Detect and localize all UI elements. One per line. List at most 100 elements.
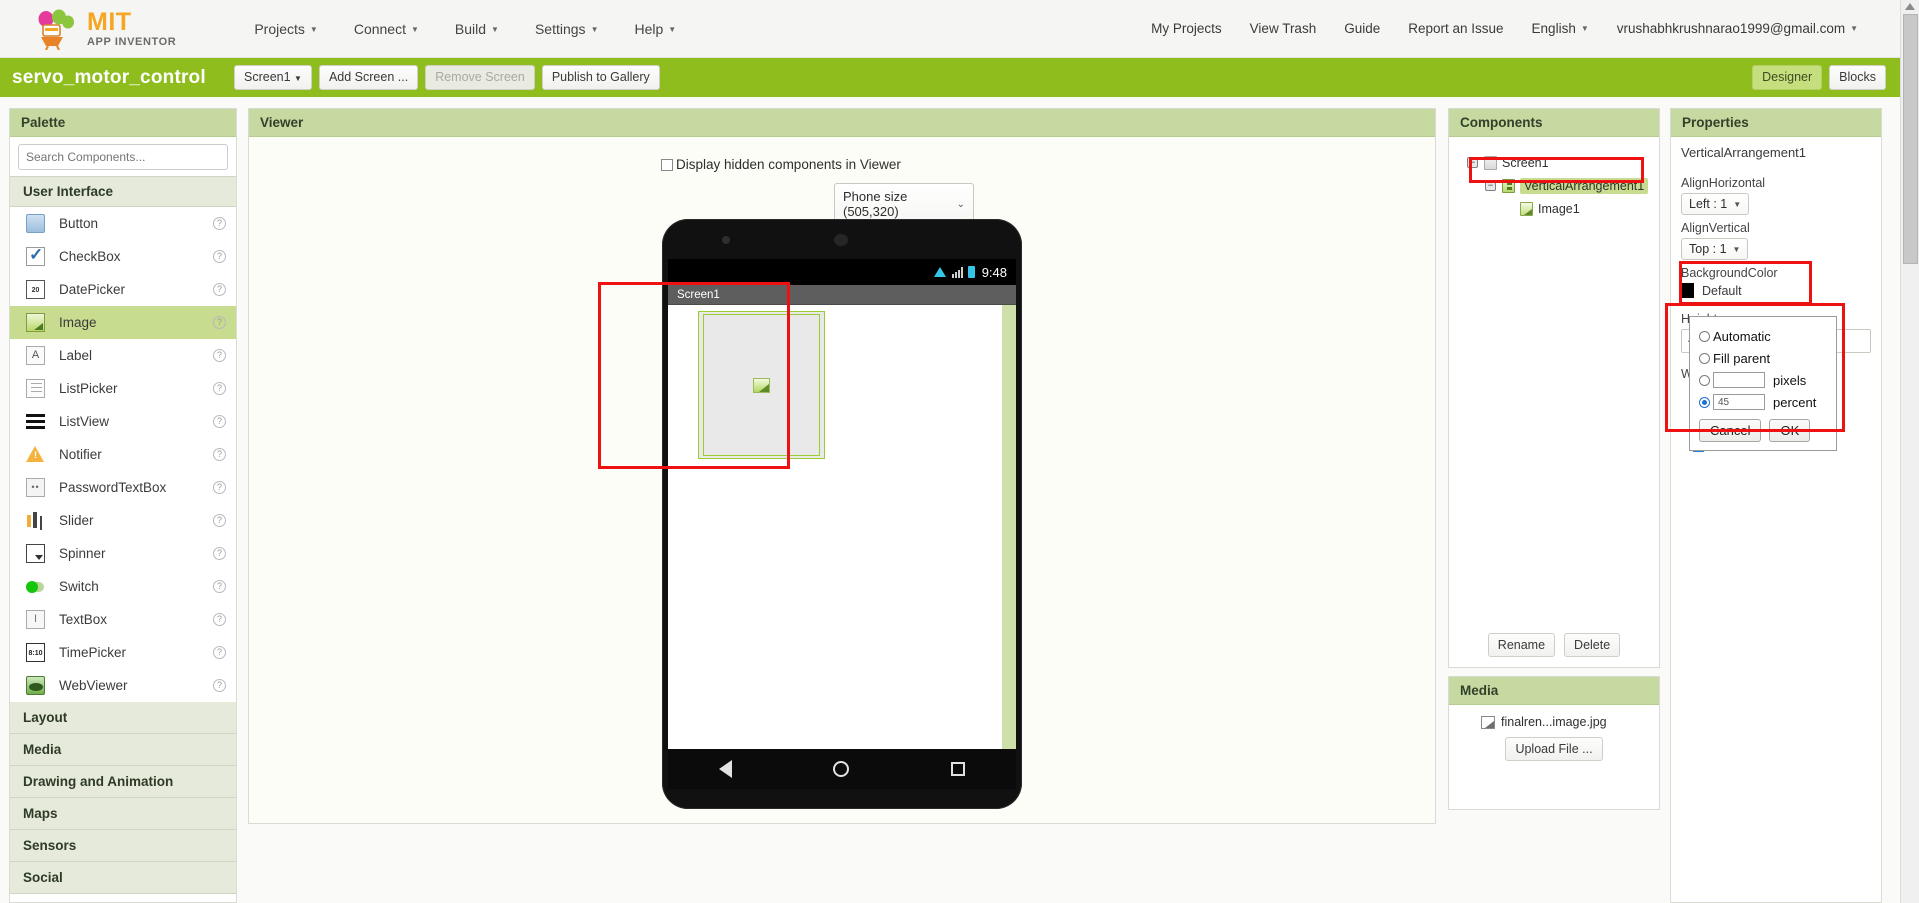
page-scrollbar[interactable] [1900, 0, 1919, 903]
vertical-arrangement-component[interactable] [698, 311, 825, 459]
tree-expander-icon[interactable]: − [1467, 157, 1478, 168]
form-scrollbar[interactable] [1002, 305, 1016, 749]
radio-icon[interactable] [1699, 374, 1710, 386]
search-input[interactable] [18, 144, 228, 170]
delete-button[interactable]: Delete [1564, 632, 1621, 657]
width-dialog-buttons: Cancel OK [1699, 419, 1827, 442]
palette-item-spinner[interactable]: Spinner? [10, 537, 236, 570]
help-icon[interactable]: ? [213, 580, 226, 593]
display-hidden-components-checkbox[interactable] [661, 158, 673, 171]
width-option-pixels[interactable]: pixels [1699, 369, 1827, 391]
blocks-tab-button[interactable]: Blocks [1829, 65, 1886, 90]
radio-icon[interactable] [1699, 330, 1710, 342]
palette-category-layout[interactable]: Layout [10, 702, 236, 734]
help-icon[interactable]: ? [213, 646, 226, 659]
palette-item-webviewer[interactable]: WebViewer? [10, 669, 236, 702]
tree-node-image1[interactable]: Image1 [1457, 197, 1651, 220]
radio-icon[interactable] [1699, 352, 1710, 364]
form-canvas[interactable] [668, 305, 1016, 749]
help-icon[interactable]: ? [213, 349, 226, 362]
width-cancel-button[interactable]: Cancel [1699, 419, 1762, 442]
scroll-up-icon[interactable] [1905, 3, 1915, 10]
help-icon[interactable]: ? [213, 415, 226, 428]
help-icon[interactable]: ? [213, 679, 226, 692]
chevron-down-icon: ▼ [410, 24, 419, 34]
width-value-input-pixels[interactable] [1713, 372, 1765, 388]
palette-item-datepicker[interactable]: 20 DatePicker? [10, 273, 236, 306]
menu-help[interactable]: Help ▼ [616, 15, 694, 43]
menu-settings[interactable]: Settings ▼ [517, 15, 617, 43]
tree-node-verticalarrangement1[interactable]: − VerticalArrangement1 [1457, 174, 1651, 197]
palette-category-drawing-and-animation[interactable]: Drawing and Animation [10, 766, 236, 798]
menu-projects[interactable]: Projects ▼ [236, 15, 336, 43]
nav-back-icon[interactable] [718, 760, 732, 778]
background-color-picker[interactable]: Default [1681, 283, 1871, 298]
link-guide[interactable]: Guide [1330, 15, 1394, 42]
add-screen-button[interactable]: Add Screen ... [318, 65, 419, 90]
palette-item-timepicker[interactable]: 8:10 TimePicker? [10, 636, 236, 669]
palette-item-image[interactable]: Image? [10, 306, 236, 339]
palette-item-notifier[interactable]: Notifier? [10, 438, 236, 471]
remove-screen-button[interactable]: Remove Screen [425, 65, 535, 90]
tree-node-screen1[interactable]: − Screen1 [1457, 151, 1651, 174]
link-view-trash[interactable]: View Trash [1236, 15, 1331, 42]
width-option-automatic[interactable]: Automatic [1699, 325, 1827, 347]
palette-item-label: Image [59, 315, 97, 330]
width-option-fill-parent[interactable]: Fill parent [1699, 347, 1827, 369]
phone-screen[interactable]: 9:48 Screen1 [668, 259, 1016, 749]
category-user-interface[interactable]: User Interface [10, 176, 236, 207]
width-dialog: Automatic Fill parentpixels percent Cancel… [1689, 316, 1837, 451]
rename-button[interactable]: Rename [1487, 632, 1556, 657]
palette-item-listview[interactable]: ListView? [10, 405, 236, 438]
width-ok-button[interactable]: OK [1769, 419, 1811, 442]
nav-home-icon[interactable] [833, 761, 850, 777]
palette-item-switch[interactable]: Switch? [10, 570, 236, 603]
media-file-item[interactable]: finalren...image.jpg [1459, 715, 1649, 729]
help-icon[interactable]: ? [213, 613, 226, 626]
help-icon[interactable]: ? [213, 448, 226, 461]
chevron-down-icon: ▼ [1733, 199, 1742, 209]
palette-category-social[interactable]: Social [10, 862, 236, 894]
palette-item-listpicker[interactable]: ListPicker? [10, 372, 236, 405]
android-status-bar: 9:48 [668, 259, 1016, 285]
width-value-input-percent[interactable] [1713, 394, 1765, 410]
palette-item-checkbox[interactable]: CheckBox? [10, 240, 236, 273]
designer-tab-button[interactable]: Designer [1752, 65, 1823, 90]
display-hidden-components-row[interactable]: Display hidden components in Viewer [661, 157, 901, 172]
palette-category-maps[interactable]: Maps [10, 798, 236, 830]
menu-build[interactable]: Build ▼ [437, 15, 517, 43]
user-email-menu[interactable]: vrushabhkrushnarao1999@gmail.com ▼ [1603, 15, 1872, 42]
link-my-projects[interactable]: My Projects [1137, 15, 1236, 42]
nav-recents-icon[interactable] [951, 762, 966, 776]
help-icon[interactable]: ? [213, 481, 226, 494]
palette-item-label[interactable]: A Label? [10, 339, 236, 372]
palette-category-sensors[interactable]: Sensors [10, 830, 236, 862]
palette-item-slider[interactable]: Slider? [10, 504, 236, 537]
palette-item-passwordtextbox[interactable]: •• PasswordTextBox? [10, 471, 236, 504]
help-icon[interactable]: ? [213, 382, 226, 395]
width-option-percent[interactable]: percent [1699, 391, 1827, 413]
align-horizontal-select[interactable]: Left : 1 ▼ [1681, 193, 1750, 215]
menu-connect[interactable]: Connect ▼ [336, 15, 437, 43]
align-vertical-select[interactable]: Top : 1 ▼ [1681, 238, 1749, 260]
upload-file-button[interactable]: Upload File ... [1505, 737, 1603, 762]
help-icon[interactable]: ? [213, 283, 226, 296]
scrollbar-thumb[interactable] [1903, 14, 1918, 264]
tree-expander-icon[interactable]: − [1485, 180, 1496, 191]
screen-selector-button[interactable]: Screen1 ▼ [234, 65, 312, 90]
help-icon[interactable]: ? [213, 217, 226, 230]
main-menu: Projects ▼ Connect ▼ Build ▼ Settings ▼ Help… [236, 15, 694, 43]
image-component[interactable] [703, 314, 820, 456]
link-report-an-issue[interactable]: Report an Issue [1394, 15, 1517, 42]
palette-category-media[interactable]: Media [10, 734, 236, 766]
help-icon[interactable]: ? [213, 514, 226, 527]
palette-item-button[interactable]: Button? [10, 207, 236, 240]
radio-icon[interactable] [1699, 396, 1710, 408]
publish-to-gallery-button[interactable]: Publish to Gallery [541, 65, 660, 90]
mit-app-inventor-logo[interactable]: MIT APP INVENTOR [34, 8, 176, 50]
help-icon[interactable]: ? [213, 547, 226, 560]
language-selector[interactable]: English ▼ [1518, 15, 1603, 42]
help-icon[interactable]: ? [213, 316, 226, 329]
palette-item-textbox[interactable]: I TextBox? [10, 603, 236, 636]
help-icon[interactable]: ? [213, 250, 226, 263]
